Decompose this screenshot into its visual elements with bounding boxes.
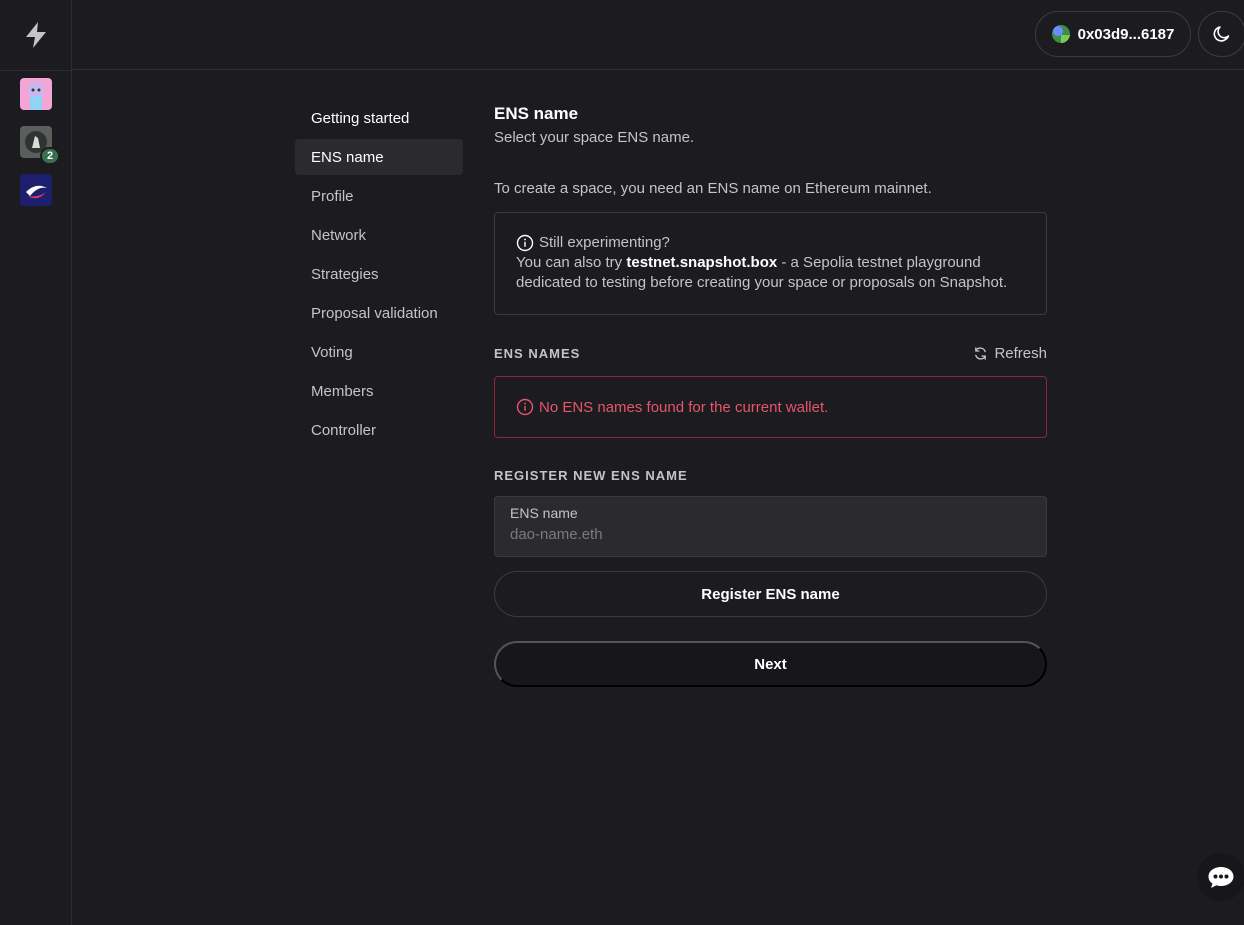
next-button[interactable]: Next bbox=[494, 641, 1047, 687]
nav-ens-name[interactable]: ENS name bbox=[295, 139, 463, 175]
error-text: No ENS names found for the current walle… bbox=[539, 398, 829, 416]
register-ens-button[interactable]: Register ENS name bbox=[494, 571, 1047, 617]
nav-getting-started[interactable]: Getting started bbox=[295, 100, 463, 136]
wallet-avatar-icon bbox=[1051, 25, 1070, 43]
help-chat-button[interactable] bbox=[1197, 853, 1244, 901]
info-heading-text: Still experimenting? bbox=[539, 234, 670, 251]
info-text-before: You can also try bbox=[516, 254, 627, 271]
wallet-account-button[interactable]: 0x03d9...6187 bbox=[1035, 11, 1191, 57]
testnet-link[interactable]: testnet.snapshot.box bbox=[626, 254, 777, 271]
space-avatar-1[interactable] bbox=[20, 78, 52, 110]
nav-strategies[interactable]: Strategies bbox=[295, 256, 463, 292]
intro-text: To create a space, you need an ENS name … bbox=[494, 180, 932, 197]
ens-names-header: ENS NAMES Refresh bbox=[494, 343, 1047, 363]
info-body: You can also try testnet.snapshot.box - … bbox=[516, 253, 1026, 293]
register-section-label: REGISTER NEW ENS NAME bbox=[494, 468, 688, 483]
space-avatar-3[interactable] bbox=[20, 174, 52, 206]
home-logo-button[interactable] bbox=[0, 0, 71, 70]
top-bar: 0x03d9...6187 bbox=[72, 0, 1244, 70]
theme-toggle-button[interactable] bbox=[1198, 11, 1244, 57]
refresh-icon bbox=[975, 346, 987, 360]
info-error-icon bbox=[516, 398, 534, 416]
wallet-address: 0x03d9...6187 bbox=[1077, 25, 1175, 43]
info-icon bbox=[516, 234, 534, 252]
nav-controller[interactable]: Controller bbox=[295, 412, 463, 448]
nav-members[interactable]: Members bbox=[295, 373, 463, 409]
ens-name-input[interactable] bbox=[510, 526, 1031, 543]
ens-names-label: ENS NAMES bbox=[494, 345, 581, 361]
moon-icon bbox=[1213, 26, 1230, 42]
lightning-bolt-icon bbox=[25, 22, 46, 48]
setup-steps-nav: Getting started ENS name Profile Network… bbox=[295, 100, 463, 451]
page-title: ENS name bbox=[494, 104, 579, 123]
nav-voting[interactable]: Voting bbox=[295, 334, 463, 370]
ens-name-field-label: ENS name bbox=[510, 505, 578, 521]
nav-profile[interactable]: Profile bbox=[295, 178, 463, 214]
testnet-info-box: Still experimenting? You can also try te… bbox=[494, 212, 1047, 315]
info-heading: Still experimenting? bbox=[516, 233, 1026, 253]
nav-network[interactable]: Network bbox=[295, 217, 463, 253]
refresh-button[interactable]: Refresh bbox=[973, 345, 1047, 362]
ens-name-field[interactable]: ENS name bbox=[494, 496, 1047, 557]
space-sidebar: 2 bbox=[0, 0, 72, 925]
page-subtitle: Select your space ENS name. bbox=[494, 129, 695, 146]
refresh-label: Refresh bbox=[994, 344, 1047, 362]
ens-name-step: ENS name Select your space ENS name. To … bbox=[494, 102, 1047, 687]
rail-divider bbox=[0, 70, 71, 71]
no-ens-names-error: No ENS names found for the current walle… bbox=[494, 376, 1047, 438]
space-notification-badge: 2 bbox=[40, 147, 60, 165]
nav-proposal-validation[interactable]: Proposal validation bbox=[295, 295, 463, 331]
chat-bubble-icon bbox=[1208, 867, 1234, 888]
